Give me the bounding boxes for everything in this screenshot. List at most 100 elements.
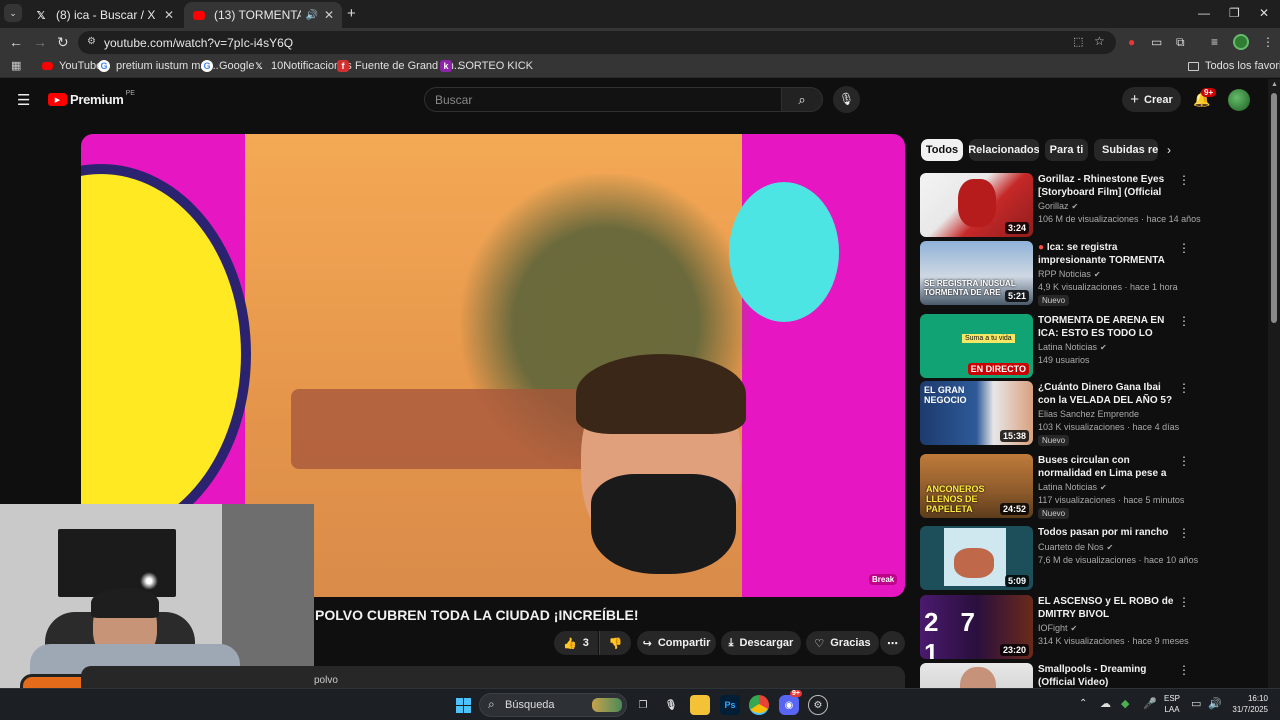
onedrive-icon[interactable]: ☁ [1100,697,1111,710]
bookmark-google[interactable]: G Google [201,60,254,72]
chip-relacionados[interactable]: Relacionados [969,139,1039,161]
file-explorer-icon[interactable] [690,695,710,715]
tab-search-dropdown[interactable]: ⌄ [4,4,22,22]
close-window-icon[interactable]: ✕ [1259,6,1269,20]
video-thumbnail[interactable]: EL GRAN NEGOCIO 15:38 [920,381,1033,445]
bookmark-label: SORTEO KICK [458,60,533,72]
recommendation-item[interactable]: 5:09 Todos pasan por mi rancho Cuarteto … [920,526,1198,590]
google-icon: G [201,60,213,72]
youtube-logo[interactable]: ▶ Premium PE [48,90,135,107]
photoshop-icon[interactable]: Ps [720,695,740,715]
more-vert-icon[interactable]: ⋮ [1178,663,1190,677]
recommendation-item[interactable]: SE REGISTRA INUSUAL TORMENTA DE ARE 5:21… [920,241,1190,306]
video-thumbnail[interactable]: 5:09 [920,526,1033,590]
forward-icon[interactable]: → [33,34,47,50]
account-avatar[interactable] [1228,89,1250,111]
chip-todos[interactable]: Todos [921,139,963,161]
video-thumbnail[interactable]: Suma a tu vida EN DIRECTO [920,314,1033,378]
taskbar-search[interactable]: ⌕ Búsqueda [479,693,627,717]
bookmark-youtube[interactable]: YouTube [42,60,102,72]
download-button[interactable]: ⤓ Descargar [721,631,801,655]
chip-para-ti[interactable]: Para ti [1045,139,1088,161]
video-thumbnail[interactable]: 3:24 [920,173,1033,237]
search-input[interactable]: Buscar [424,87,782,112]
speaker-icon[interactable]: 🔊 [305,10,317,21]
new-badge: Nuevo [1038,295,1070,306]
minimize-icon[interactable]: — [1198,6,1210,20]
close-tab-icon[interactable]: ✕ [324,8,334,22]
more-vert-icon[interactable]: ⋮ [1178,173,1190,187]
like-button[interactable]: 👍 3 [554,631,598,655]
chevron-right-icon[interactable]: › [1167,143,1171,157]
microphone-app-icon[interactable]: 🎙 [661,695,681,715]
browser-tab-youtube[interactable]: (13) TORMENTA DE ARENA 🔊 ✕ [184,2,342,28]
rec-meta: 4,9 K visualizaciones · hace 1 hora [1038,282,1178,292]
rec-title: EL ASCENSO y EL ROBO de DMITRY BIVOL [1038,596,1174,620]
mic-tray-icon[interactable]: 🎤 [1143,697,1157,710]
back-icon[interactable]: ← [9,34,23,50]
install-app-icon[interactable]: ⬚ [1073,35,1083,48]
description-box[interactable]: polvo [81,666,905,688]
security-shield-icon[interactable]: ◆ [1121,697,1129,710]
thanks-button[interactable]: ♡ Gracias [806,631,879,655]
create-button[interactable]: + Crear [1122,87,1181,112]
more-vert-icon[interactable]: ⋮ [1178,314,1190,328]
apps-grid-icon[interactable]: ▦ [11,59,21,72]
restore-icon[interactable]: ❐ [1229,6,1240,20]
scrollbar-thumb[interactable] [1271,93,1277,323]
volume-icon[interactable]: 🔊 [1208,697,1222,710]
discord-icon[interactable]: ◉ 9+ [779,690,802,715]
thumb-figure [958,179,996,227]
chip-subidas-recientes[interactable]: Subidas reci [1094,139,1158,161]
more-vert-icon[interactable]: ⋮ [1178,241,1190,255]
extension-card-icon[interactable]: ▭ [1151,35,1162,49]
scroll-up-icon[interactable]: ▲ [1271,81,1278,88]
bookmark-label: Todos los favoritos [1205,60,1280,72]
recommendation-item[interactable]: EL GRAN NEGOCIO 15:38 ¿Cuánto Dinero Gan… [920,381,1190,446]
close-tab-icon[interactable]: ✕ [164,8,174,22]
share-button[interactable]: ↪ Compartir [637,631,716,655]
voice-search-button[interactable]: 🎙 [833,86,860,113]
all-bookmarks-folder[interactable]: Todos los favoritos [1188,60,1280,72]
video-thumbnail[interactable]: 27 1 23:20 [920,595,1033,659]
video-thumbnail[interactable]: SE REGISTRA INUSUAL TORMENTA DE ARE 5:21 [920,241,1033,305]
page-scrollbar[interactable]: ▲ [1268,79,1280,688]
media-queue-icon[interactable]: ≡ [1211,35,1218,49]
hamburger-menu-icon[interactable]: ☰ [17,91,30,109]
tray-chevron-icon[interactable]: ⌃ [1079,698,1087,709]
notifications-button[interactable]: 🔔 9+ [1193,88,1217,108]
site-info-icon[interactable]: ⚙ [87,36,96,47]
language-indicator[interactable]: ESP LAA [1164,693,1180,715]
more-vert-icon[interactable]: ⋮ [1178,454,1190,468]
recommendation-item[interactable]: ANCONEROS LLENOS DE PAPELETA 24:52 Buses… [920,454,1190,519]
task-view-icon[interactable]: ❐ [633,695,653,715]
windows-start-icon[interactable] [453,695,473,715]
search-button[interactable]: ⌕ [781,87,823,112]
recommendation-item[interactable]: Smallpools - Dreaming (Official Video) ⋮ [920,663,1190,688]
extensions-puzzle-icon[interactable]: ⧉ [1176,35,1185,50]
bookmark-sorteo-kick[interactable]: k SORTEO KICK [440,60,533,72]
profile-avatar[interactable] [1233,34,1249,50]
reload-icon[interactable]: ↻ [57,34,69,51]
more-vert-icon[interactable]: ⋮ [1178,526,1190,540]
dislike-button[interactable]: 👎 [599,631,631,655]
keyboard-layout: LAA [1164,705,1180,714]
recommendation-item[interactable]: 3:24 Gorillaz - Rhinestone Eyes [Storybo… [920,173,1201,237]
extension-record-icon[interactable]: ● [1128,35,1135,49]
video-thumbnail[interactable] [920,663,1033,688]
chrome-icon[interactable] [749,695,769,715]
clock[interactable]: 16:10 31/7/2025 [1228,693,1268,715]
address-bar[interactable]: ⚙ youtube.com/watch?v=7pIc-i4sY6Q ⬚ ☆ [78,31,1116,54]
more-vert-icon[interactable]: ⋮ [1178,595,1190,609]
more-actions-button[interactable]: ⋯ [880,631,905,655]
video-thumbnail[interactable]: ANCONEROS LLENOS DE PAPELETA 24:52 [920,454,1033,518]
new-tab-button[interactable]: + [347,5,356,22]
steam-icon[interactable]: ⚙ [808,695,828,715]
recommendation-item[interactable]: 27 1 23:20 EL ASCENSO y EL ROBO de DMITR… [920,595,1190,659]
network-icon[interactable]: ▭ [1191,697,1201,710]
bookmark-star-icon[interactable]: ☆ [1094,34,1105,48]
browser-menu-icon[interactable]: ⋮ [1262,35,1274,49]
browser-tab-x[interactable]: 𝕏 (8) ica - Buscar / X ✕ [26,2,182,28]
more-vert-icon[interactable]: ⋮ [1178,381,1190,395]
recommendation-item[interactable]: Suma a tu vida EN DIRECTO TORMENTA DE AR… [920,314,1190,378]
